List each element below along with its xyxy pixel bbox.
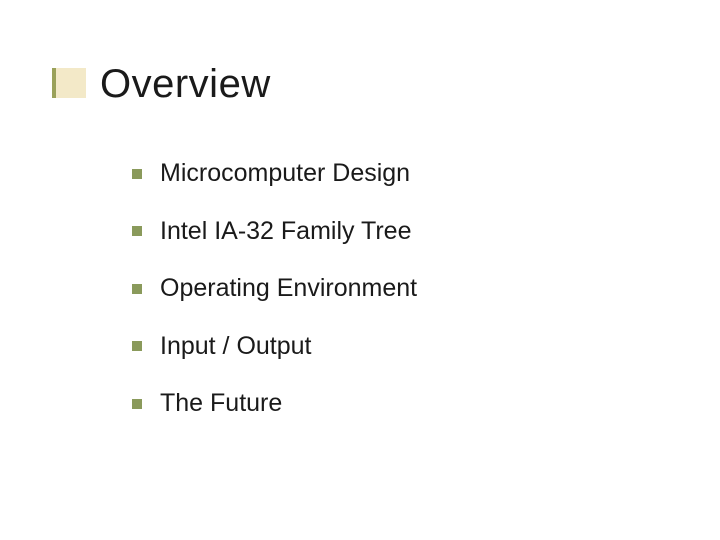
list-item: The Future: [132, 390, 417, 418]
bullet-square-icon: [132, 341, 142, 351]
list-item: Operating Environment: [132, 275, 417, 303]
bullet-text: The Future: [160, 390, 282, 418]
list-item: Microcomputer Design: [132, 160, 417, 188]
bullet-list: Microcomputer Design Intel IA-32 Family …: [132, 160, 417, 448]
bullet-text: Input / Output: [160, 333, 312, 361]
slide-title: Overview: [100, 62, 271, 107]
bullet-square-icon: [132, 169, 142, 179]
bullet-text: Intel IA-32 Family Tree: [160, 218, 411, 246]
bullet-text: Operating Environment: [160, 275, 417, 303]
title-accent-icon: [52, 68, 86, 98]
slide-title-block: Overview: [52, 62, 271, 107]
bullet-square-icon: [132, 284, 142, 294]
list-item: Intel IA-32 Family Tree: [132, 218, 417, 246]
bullet-square-icon: [132, 399, 142, 409]
list-item: Input / Output: [132, 333, 417, 361]
bullet-square-icon: [132, 226, 142, 236]
bullet-text: Microcomputer Design: [160, 160, 410, 188]
